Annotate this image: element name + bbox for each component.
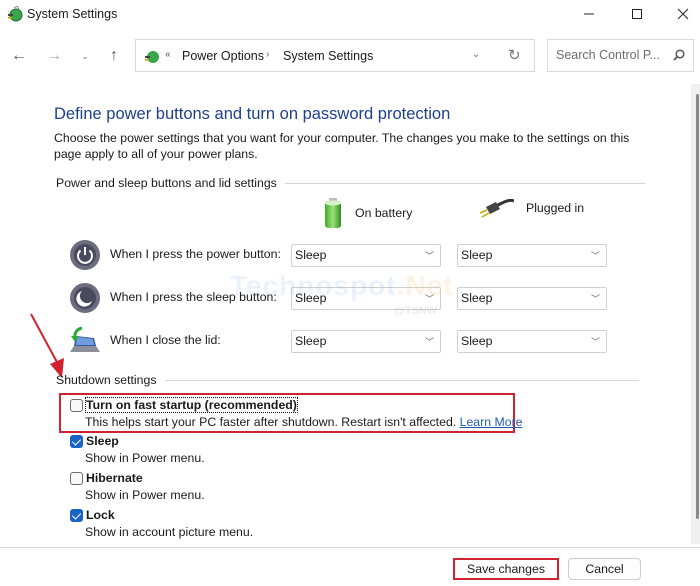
vertical-scrollbar[interactable] xyxy=(691,84,700,544)
hibernate-checkbox[interactable] xyxy=(70,472,83,485)
power-button-icon xyxy=(70,240,100,270)
cancel-button[interactable]: Cancel xyxy=(568,558,641,580)
power-options-icon xyxy=(8,6,23,22)
plugged-in-label: Plugged in xyxy=(526,201,585,215)
arrow-left-icon: ← xyxy=(11,47,27,64)
address-bar[interactable]: « Power Options › System Settings ⌄ ↻ xyxy=(135,39,535,72)
address-dropdown-icon[interactable]: ⌄ xyxy=(472,49,480,60)
hibernate-option-label[interactable]: Hibernate xyxy=(86,471,143,485)
chevron-down-icon: ⌄ xyxy=(81,50,89,61)
breadcrumb-separator[interactable]: › xyxy=(266,49,269,60)
chevron-down-icon: ﹀ xyxy=(590,251,600,261)
forward-button[interactable]: → xyxy=(42,44,66,68)
selected-value: Sleep xyxy=(295,291,327,305)
battery-icon xyxy=(325,198,341,228)
minimize-button[interactable] xyxy=(566,0,612,28)
search-icon[interactable] xyxy=(672,48,686,62)
column-header-plugged-in: Plugged in xyxy=(480,197,584,219)
description-text: This helps start your PC faster after sh… xyxy=(85,415,457,429)
refresh-icon[interactable]: ↻ xyxy=(508,46,521,64)
selected-value: Sleep xyxy=(295,248,327,262)
lid-close-plugged-in-select[interactable]: Sleep ﹀ xyxy=(457,330,607,353)
breadcrumb-overflow[interactable]: « xyxy=(165,49,171,60)
fast-startup-checkbox[interactable] xyxy=(70,399,83,412)
fast-startup-label[interactable]: Turn on fast startup (recommended) xyxy=(85,397,298,413)
recent-locations-button[interactable]: ⌄ xyxy=(73,44,97,68)
sleep-option-label[interactable]: Sleep xyxy=(86,434,119,448)
scrollbar-thumb[interactable] xyxy=(696,94,699,519)
power-button-plugged-in-select[interactable]: Sleep ﹀ xyxy=(457,244,607,267)
selected-value: Sleep xyxy=(461,291,493,305)
power-button-on-battery-select[interactable]: Sleep ﹀ xyxy=(291,244,441,267)
arrow-up-icon: ↑ xyxy=(110,47,118,64)
lid-close-setting-row: When I close the lid: Sleep ﹀ Sleep ﹀ xyxy=(68,323,608,359)
back-button[interactable]: ← xyxy=(7,44,31,68)
arrow-right-icon: → xyxy=(46,47,62,64)
selected-value: Sleep xyxy=(461,334,493,348)
maximize-icon xyxy=(632,9,642,19)
hibernate-option-description: Show in Power menu. xyxy=(85,488,205,502)
power-button-setting-row: When I press the power button: Sleep ﹀ S… xyxy=(68,237,608,273)
power-button-label: When I press the power button: xyxy=(110,247,281,261)
shutdown-section-header: Shutdown settings xyxy=(56,373,639,387)
search-box[interactable] xyxy=(547,39,694,72)
learn-more-link[interactable]: Learn More xyxy=(460,415,523,429)
lid-close-label: When I close the lid: xyxy=(110,333,221,347)
lid-close-on-battery-select[interactable]: Sleep ﹀ xyxy=(291,330,441,353)
search-input[interactable] xyxy=(556,48,666,62)
sleep-button-icon xyxy=(70,283,100,313)
selected-value: Sleep xyxy=(461,248,493,262)
sleep-button-plugged-in-select[interactable]: Sleep ﹀ xyxy=(457,287,607,310)
chevron-down-icon: ﹀ xyxy=(424,251,434,261)
section-header-label: Power and sleep buttons and lid settings xyxy=(56,176,277,190)
close-icon xyxy=(677,8,689,20)
close-button[interactable] xyxy=(660,0,700,28)
footer-divider xyxy=(0,547,700,548)
breadcrumb-system-settings[interactable]: System Settings xyxy=(283,49,373,63)
lock-checkbox[interactable] xyxy=(70,509,83,522)
navigation-bar: ← → ⌄ ↑ « Power Options › System Setting… xyxy=(0,38,700,74)
annotation-arrow-icon xyxy=(30,313,64,378)
sleep-button-label: When I press the sleep button: xyxy=(110,290,277,304)
sleep-checkbox[interactable] xyxy=(70,435,83,448)
up-button[interactable]: ↑ xyxy=(102,44,126,68)
lock-option-description: Show in account picture menu. xyxy=(85,525,254,539)
chevron-down-icon: ﹀ xyxy=(424,337,434,347)
save-changes-button[interactable]: Save changes xyxy=(453,558,559,580)
power-plug-icon xyxy=(480,198,514,218)
sleep-button-on-battery-select[interactable]: Sleep ﹀ xyxy=(291,287,441,310)
power-options-icon xyxy=(145,51,159,63)
page-title: Define power buttons and turn on passwor… xyxy=(54,105,451,123)
lock-option-label[interactable]: Lock xyxy=(86,508,115,522)
chevron-down-icon: ﹀ xyxy=(590,337,600,347)
sleep-option-description: Show in Power menu. xyxy=(85,451,205,465)
power-buttons-section-header: Power and sleep buttons and lid settings xyxy=(56,176,645,190)
minimize-icon xyxy=(584,13,594,15)
title-bar: System Settings xyxy=(0,0,700,30)
section-divider xyxy=(164,379,639,381)
section-header-label: Shutdown settings xyxy=(56,373,157,387)
sleep-button-setting-row: When I press the sleep button: Sleep ﹀ S… xyxy=(68,280,608,316)
fast-startup-description: This helps start your PC faster after sh… xyxy=(85,415,523,429)
laptop-lid-icon xyxy=(70,326,100,352)
chevron-down-icon: ﹀ xyxy=(424,294,434,304)
section-divider xyxy=(284,182,645,184)
breadcrumb-power-options[interactable]: Power Options xyxy=(182,49,264,63)
chevron-down-icon: ﹀ xyxy=(590,294,600,304)
window-title: System Settings xyxy=(27,7,118,21)
page-description: Choose the power settings that you want … xyxy=(54,131,630,161)
maximize-button[interactable] xyxy=(614,0,660,28)
on-battery-label: On battery xyxy=(355,206,413,220)
column-header-on-battery: On battery xyxy=(323,197,412,229)
selected-value: Sleep xyxy=(295,334,327,348)
